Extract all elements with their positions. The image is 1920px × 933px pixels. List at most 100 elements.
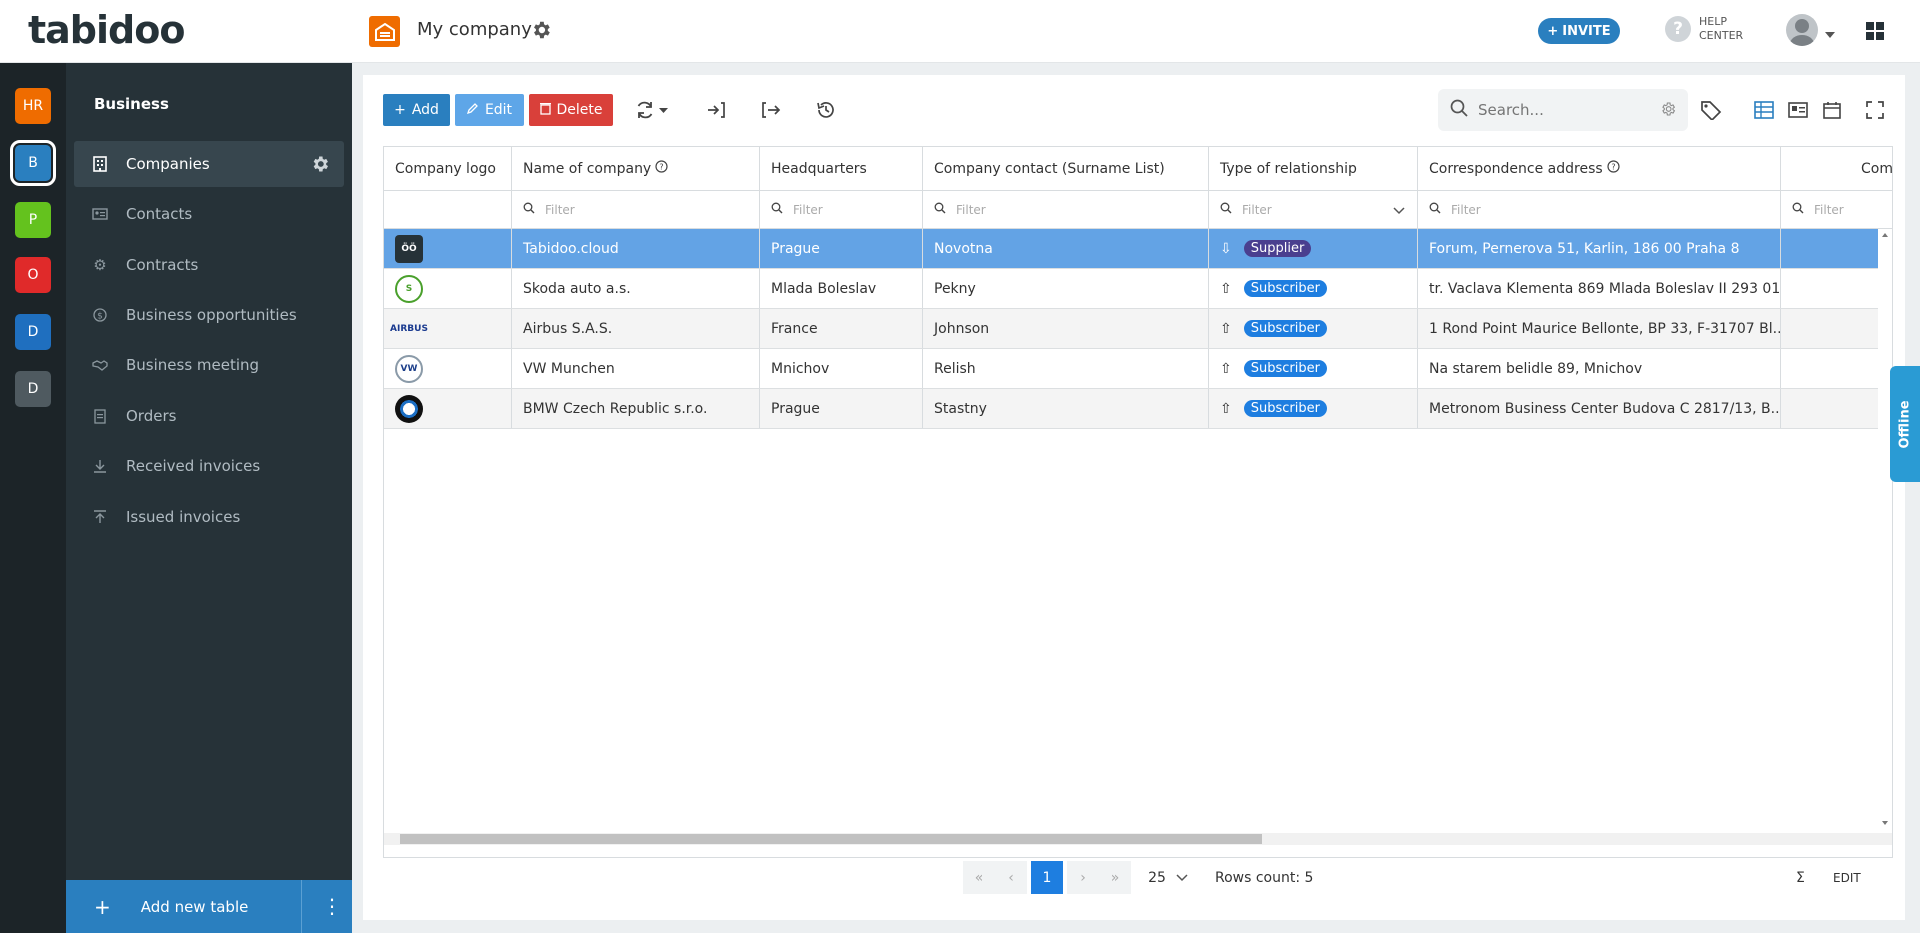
chevron-down-icon[interactable] <box>1393 204 1405 218</box>
column-header-type-of-relationship[interactable]: Type of relationship <box>1209 147 1418 190</box>
column-header-correspondence-address[interactable]: Correspondence address? <box>1418 147 1781 190</box>
column-header-company-contact[interactable]: Company contact (Surname List) <box>923 147 1209 190</box>
workspace-icon[interactable] <box>369 16 400 47</box>
app-logo[interactable]: tabidoo <box>28 8 185 52</box>
history-icon[interactable] <box>814 98 838 122</box>
contact-cell: Pekny <box>923 269 1209 308</box>
hq-cell: Prague <box>760 389 923 428</box>
tags-icon[interactable] <box>1699 98 1723 122</box>
workspace-hr[interactable]: HR <box>15 88 51 124</box>
document-icon <box>92 408 108 424</box>
refresh-icon[interactable] <box>633 98 657 122</box>
relationship-tag: Subscriber <box>1243 280 1327 297</box>
more-vertical-icon[interactable]: ⋮ <box>322 896 342 916</box>
next-page-button[interactable]: › <box>1067 861 1099 894</box>
sidebar-item-contacts[interactable]: Contacts <box>74 191 344 237</box>
add-button[interactable]: + Add <box>383 94 450 126</box>
chevron-down-icon[interactable] <box>1825 26 1835 42</box>
sidebar-item-companies[interactable]: Companies <box>74 141 344 187</box>
table-row[interactable]: ÖÖ Tabidoo.cloud Prague Novotna ⇩ Supplie… <box>384 229 1892 269</box>
chevron-down-icon <box>1176 870 1188 886</box>
export-icon[interactable] <box>759 98 783 122</box>
delete-button[interactable]: Delete <box>529 94 613 126</box>
sum-button[interactable]: Σ <box>1796 861 1805 894</box>
vertical-scrollbar[interactable] <box>1878 229 1892 829</box>
sidebar-item-received-invoices[interactable]: Received invoices <box>74 443 344 489</box>
top-bar: tabidoo My company + INVITE ? HELP CENTER <box>0 0 1920 63</box>
filter-contact[interactable]: Filter <box>923 191 1209 228</box>
sidebar-item-orders[interactable]: Orders <box>74 393 344 439</box>
workspace-b[interactable]: B <box>10 140 56 186</box>
company-logo-cell: ÖÖ <box>384 229 512 268</box>
column-header-company-extra[interactable]: Compar <box>1781 147 1892 190</box>
page-size-select[interactable]: 25 <box>1143 861 1193 894</box>
table-row[interactable]: VW VW Munchen Mnichov Relish ⇧ Subscriber… <box>384 349 1892 389</box>
prev-page-button[interactable]: ‹ <box>995 861 1027 894</box>
table-view-icon[interactable] <box>1752 98 1776 122</box>
vw-logo-icon: VW <box>395 354 423 383</box>
fullscreen-icon[interactable] <box>1863 98 1887 122</box>
user-avatar[interactable] <box>1786 14 1818 46</box>
filter-headquarters[interactable]: Filter <box>760 191 923 228</box>
company-logo-cell: AIRBUS <box>384 309 512 348</box>
sidebar-item-business-opportunities[interactable]: $ Business opportunities <box>74 292 344 338</box>
import-icon[interactable] <box>704 98 728 122</box>
search-settings-gear-icon[interactable] <box>1660 101 1676 121</box>
page-number-button[interactable]: 1 <box>1031 861 1063 894</box>
sidebar-item-label: Companies <box>126 155 210 173</box>
search-input[interactable] <box>1478 101 1638 119</box>
filter-placeholder: Filter <box>956 202 986 217</box>
add-new-table-label: Add new table <box>140 897 249 916</box>
offline-indicator[interactable]: Offline <box>1890 366 1920 482</box>
invite-label: INVITE <box>1562 23 1611 39</box>
table-row[interactable]: BMW Czech Republic s.r.o. Prague Stastny… <box>384 389 1892 429</box>
chevron-down-icon[interactable] <box>657 98 669 122</box>
hq-cell: Mlada Boleslav <box>760 269 923 308</box>
help-center-button[interactable]: ? HELP CENTER <box>1665 15 1743 43</box>
type-cell: ⇧ Subscriber <box>1209 349 1418 388</box>
edit-button[interactable]: Edit <box>455 94 524 126</box>
column-header-name[interactable]: Name of company? <box>512 147 760 190</box>
trash-icon <box>539 102 551 119</box>
workspace-d1[interactable]: D <box>15 314 51 350</box>
extra-cell <box>1781 309 1892 348</box>
gear-icon[interactable] <box>310 154 330 178</box>
column-header-headquarters[interactable]: Headquarters <box>760 147 923 190</box>
search-icon <box>934 202 946 217</box>
column-header-company-logo[interactable]: Company logo <box>384 147 512 190</box>
last-page-button[interactable]: » <box>1099 861 1131 894</box>
question-icon: ? <box>1665 16 1691 42</box>
sidebar-item-issued-invoices[interactable]: Issued invoices <box>74 494 344 540</box>
upload-icon <box>92 509 108 525</box>
workspace-o[interactable]: O <box>15 257 51 293</box>
filter-address[interactable]: Filter <box>1418 191 1781 228</box>
first-page-button[interactable]: « <box>963 861 995 894</box>
filter-name[interactable]: Filter <box>512 191 760 228</box>
column-label: Headquarters <box>771 160 867 177</box>
info-icon[interactable]: ? <box>655 160 668 177</box>
relationship-tag: Supplier <box>1243 240 1312 257</box>
search-box[interactable] <box>1438 89 1688 131</box>
name-cell: Skoda auto a.s. <box>512 269 760 308</box>
apps-grid-icon[interactable] <box>1866 22 1884 44</box>
scrollbar-thumb[interactable] <box>400 834 1262 844</box>
pager-edit-button[interactable]: EDIT <box>1833 861 1861 894</box>
filter-row: Filter Filter Filter Filter Filter Filte… <box>384 191 1892 229</box>
hq-cell: France <box>760 309 923 348</box>
workspace-p[interactable]: P <box>15 202 51 238</box>
sidebar-item-contracts[interactable]: ⚙ Contracts <box>74 242 344 288</box>
info-icon[interactable]: ? <box>1607 160 1620 177</box>
filter-type[interactable]: Filter <box>1209 191 1418 228</box>
filter-extra[interactable]: Filter <box>1781 191 1892 228</box>
invite-button[interactable]: + INVITE <box>1538 18 1620 44</box>
table-row[interactable]: AIRBUS Airbus S.A.S. France Johnson ⇧ Sub… <box>384 309 1892 349</box>
workspace-d2[interactable]: D <box>15 371 51 407</box>
workspace-settings-gear-icon[interactable] <box>530 19 552 41</box>
add-new-table-button[interactable]: + Add new table ⋮ <box>66 880 352 933</box>
horizontal-scrollbar[interactable] <box>384 833 1892 845</box>
table-row[interactable]: S Skoda auto a.s. Mlada Boleslav Pekny ⇧… <box>384 269 1892 309</box>
card-view-icon[interactable] <box>1786 98 1810 122</box>
svg-text:?: ? <box>1611 163 1615 172</box>
calendar-icon[interactable] <box>1820 98 1844 122</box>
sidebar-item-business-meeting[interactable]: Business meeting <box>74 342 344 388</box>
